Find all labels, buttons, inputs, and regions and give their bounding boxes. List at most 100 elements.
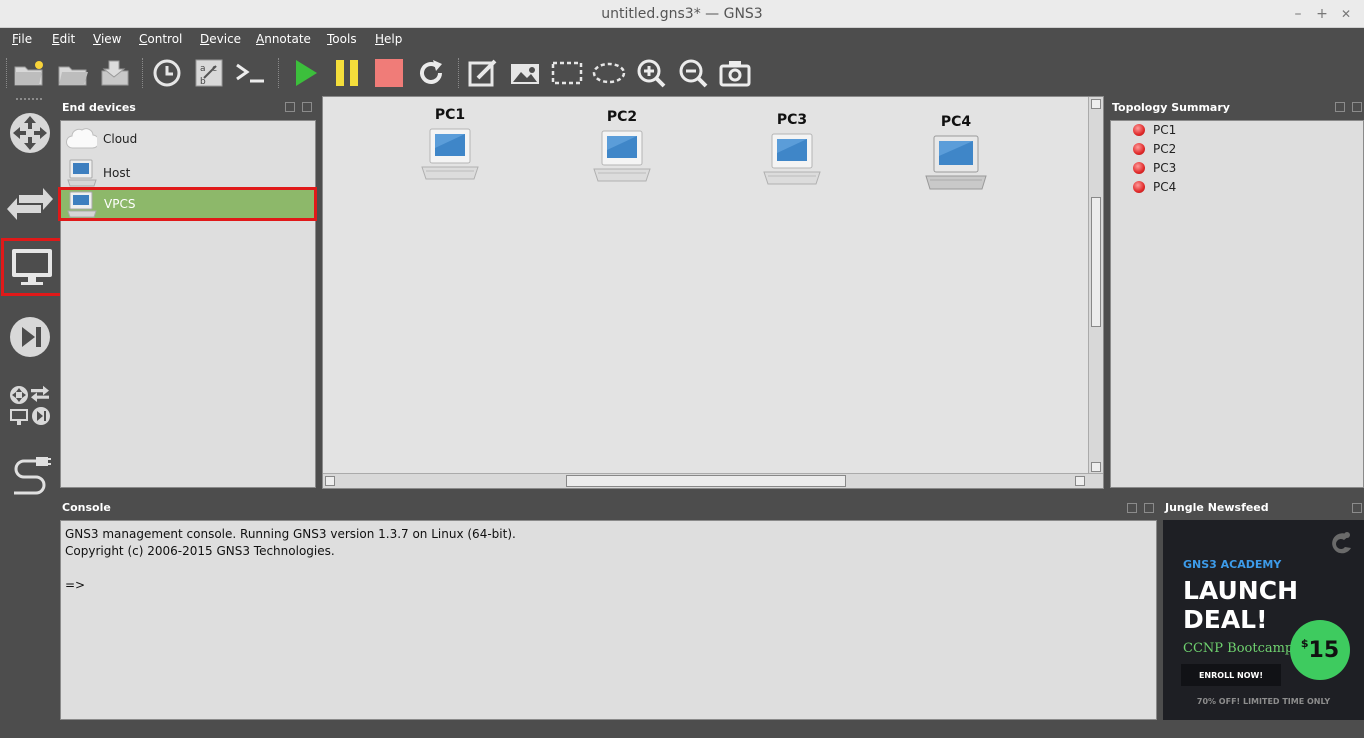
menu-edit[interactable]: Edit: [52, 32, 75, 46]
topology-item-pc2[interactable]: PC2: [1133, 142, 1176, 156]
topology-item-pc4[interactable]: PC4: [1133, 180, 1176, 194]
ellipse-icon[interactable]: [592, 56, 626, 90]
newsfeed-ad[interactable]: GNS3 ACADEMY LAUNCH DEAL! CCNP Bootcamp …: [1163, 520, 1364, 720]
stopped-status-icon: [1133, 143, 1145, 155]
ad-headline-line: LAUNCH: [1183, 576, 1299, 605]
save-project-icon[interactable]: [98, 56, 132, 90]
device-label: VPCS: [104, 197, 136, 211]
node-pc2[interactable]: PC2: [577, 109, 667, 185]
menu-annotate[interactable]: Annotate: [256, 32, 311, 46]
ad-price-symbol: $: [1300, 636, 1309, 650]
pc-icon: [421, 128, 479, 180]
topology-canvas[interactable]: PC1 PC2 PC3 PC4: [322, 96, 1104, 489]
node-pc4[interactable]: PC4: [911, 114, 1001, 192]
ad-headline-line: DEAL!: [1183, 605, 1268, 634]
rectangle-icon[interactable]: [550, 56, 584, 90]
ad-course: CCNP Bootcamp: [1183, 641, 1294, 656]
minimize-button[interactable]: –: [1288, 4, 1308, 24]
dock-float-button[interactable]: [1335, 102, 1345, 112]
dock-close-button[interactable]: [1352, 102, 1362, 112]
node-pc3[interactable]: PC3: [747, 112, 837, 188]
ad-brand: GNS3 ACADEMY: [1183, 558, 1282, 571]
dock-float-button[interactable]: [1127, 503, 1137, 513]
device-label: Host: [103, 166, 131, 180]
switches-icon[interactable]: [4, 174, 56, 228]
console-output[interactable]: GNS3 management console. Running GNS3 ve…: [60, 520, 1157, 720]
menu-file[interactable]: File: [12, 32, 32, 46]
svg-text:a: a: [200, 64, 206, 74]
menu-tools[interactable]: Tools: [327, 32, 357, 46]
clock-icon[interactable]: [150, 56, 184, 90]
gns3-logo-icon: [1332, 532, 1351, 554]
node-label: PC4: [940, 114, 972, 130]
menu-view[interactable]: View: [93, 32, 121, 46]
routers-icon[interactable]: [4, 106, 56, 160]
add-link-icon[interactable]: [4, 448, 56, 502]
device-type-bar: [0, 96, 63, 496]
svg-text:b: b: [200, 77, 206, 87]
insert-picture-icon[interactable]: [508, 56, 542, 90]
device-item-host[interactable]: Host: [61, 156, 316, 190]
add-note-icon[interactable]: [466, 56, 500, 90]
console-line: [65, 560, 1152, 577]
dock-close-button[interactable]: [302, 102, 312, 112]
ad-price-badge: $15: [1290, 620, 1350, 680]
window-titlebar: untitled.gns3* — GNS3 – + ✕: [0, 0, 1364, 28]
dock-close-button[interactable]: [1352, 503, 1362, 513]
vertical-scrollbar[interactable]: [1088, 97, 1103, 474]
node-label: PC3: [776, 112, 808, 128]
scroll-down-button[interactable]: [1091, 462, 1101, 472]
topology-item-label: PC2: [1153, 142, 1177, 156]
dock-close-button[interactable]: [1144, 503, 1154, 513]
close-button[interactable]: ✕: [1336, 4, 1356, 24]
start-icon[interactable]: [288, 56, 322, 90]
horizontal-scroll-thumb[interactable]: [566, 475, 846, 487]
all-devices-icon[interactable]: [4, 378, 56, 432]
end-devices-list: Cloud Host VPCS: [58, 120, 317, 488]
pc-icon: [593, 130, 651, 182]
topology-item-pc1[interactable]: PC1: [1133, 123, 1176, 137]
pc-icon: [763, 133, 821, 185]
zoom-in-icon[interactable]: [634, 56, 668, 90]
interface-labels-icon[interactable]: acb: [192, 56, 226, 90]
stopped-status-icon: [1133, 124, 1145, 136]
device-item-cloud[interactable]: Cloud: [61, 122, 316, 156]
maximize-button[interactable]: +: [1312, 4, 1332, 24]
node-label: PC2: [606, 109, 638, 125]
console-icon[interactable]: [234, 56, 268, 90]
stop-icon[interactable]: [372, 56, 406, 90]
horizontal-scrollbar[interactable]: [323, 473, 1103, 488]
node-pc1[interactable]: PC1: [405, 107, 495, 183]
topology-item-label: PC4: [1153, 180, 1177, 194]
reload-icon[interactable]: [414, 56, 448, 90]
ad-footer: 70% OFF! LIMITED TIME ONLY: [1196, 697, 1331, 706]
pause-icon[interactable]: [330, 56, 364, 90]
menu-control[interactable]: Control: [139, 32, 182, 46]
device-item-vpcs[interactable]: VPCS: [58, 187, 317, 221]
vertical-scroll-thumb[interactable]: [1091, 197, 1101, 327]
end-devices-icon[interactable]: [1, 238, 63, 296]
console-line: GNS3 management console. Running GNS3 ve…: [65, 527, 516, 541]
toolbar-separator: [6, 58, 8, 88]
ad-headline: LAUNCH DEAL!: [1183, 576, 1298, 634]
topology-item-label: PC3: [1153, 161, 1177, 175]
topology-item-pc3[interactable]: PC3: [1133, 161, 1176, 175]
menu-help[interactable]: Help: [375, 32, 402, 46]
console-title: Console: [62, 501, 111, 514]
scroll-left-button[interactable]: [325, 476, 335, 486]
open-project-icon[interactable]: [56, 56, 90, 90]
scroll-up-button[interactable]: [1091, 99, 1101, 109]
menu-device[interactable]: Device: [200, 32, 241, 46]
security-devices-icon[interactable]: [4, 310, 56, 364]
device-label: Cloud: [103, 132, 138, 146]
scroll-right-button[interactable]: [1075, 476, 1085, 486]
vpcs-icon: [67, 190, 97, 221]
dock-float-button[interactable]: [285, 102, 295, 112]
window-title: untitled.gns3* — GNS3: [601, 6, 763, 22]
new-project-icon[interactable]: [12, 56, 46, 90]
screenshot-icon[interactable]: [718, 56, 752, 90]
zoom-out-icon[interactable]: [676, 56, 710, 90]
ad-price: 15: [1308, 637, 1340, 663]
enroll-now-button[interactable]: ENROLL NOW!: [1181, 664, 1281, 686]
toolbar-separator: [458, 58, 460, 88]
